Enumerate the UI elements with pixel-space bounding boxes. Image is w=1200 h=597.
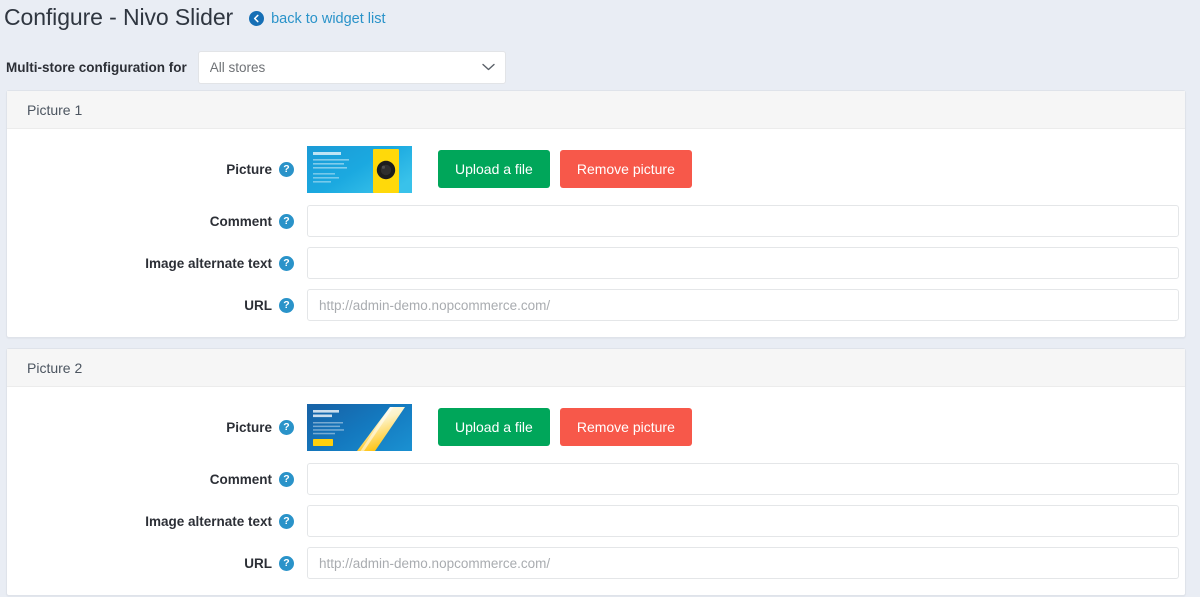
picture-row-2: Picture ? Upload a file Remove picture [7, 403, 1185, 451]
picture-control-2: Upload a file Remove picture [307, 403, 1185, 451]
panel-1-body: Picture ? Upload a file Remove picture C… [7, 129, 1185, 337]
page-title: Configure - Nivo Slider [4, 4, 234, 30]
help-icon[interactable]: ? [279, 471, 294, 487]
alt-text-control-2 [307, 505, 1185, 537]
comment-label-text-1: Comment [209, 213, 272, 229]
back-to-widget-list-link[interactable]: back to widget list [249, 10, 386, 27]
comment-label-1: Comment ? [7, 213, 307, 229]
url-label-2: URL ? [7, 555, 307, 571]
alt-text-input-2[interactable] [307, 505, 1179, 537]
help-icon[interactable]: ? [279, 213, 294, 229]
remove-picture-button-1[interactable]: Remove picture [559, 150, 692, 188]
panel-1-header: Picture 1 [7, 91, 1185, 129]
arrow-circle-left-icon [249, 11, 265, 26]
panel-1-title: Picture 1 [27, 101, 83, 118]
page-header: Configure - Nivo Slider back to widget l… [0, 0, 1200, 44]
picture-panel-1: Picture 1 Picture ? Upload a file Remove… [6, 90, 1186, 338]
multi-store-label: Multi-store configuration for [6, 59, 187, 75]
alt-text-label-text-2: Image alternate text [145, 513, 272, 529]
alt-text-row-1: Image alternate text ? [7, 247, 1185, 279]
alt-text-control-1 [307, 247, 1185, 279]
url-label-1: URL ? [7, 297, 307, 313]
url-label-text-1: URL [244, 297, 272, 313]
store-select-wrapper: All stores [197, 50, 506, 84]
comment-input-2[interactable] [307, 463, 1179, 495]
help-icon[interactable]: ? [279, 513, 294, 529]
back-link-label: back to widget list [271, 10, 386, 27]
url-row-1: URL ? [7, 289, 1185, 321]
alt-text-label-2: Image alternate text ? [7, 513, 307, 529]
comment-row-1: Comment ? [7, 205, 1185, 237]
url-input-2[interactable] [307, 547, 1179, 579]
comment-input-1[interactable] [307, 205, 1179, 237]
picture-label-text-2: Picture [226, 419, 272, 435]
alt-text-label-1: Image alternate text ? [7, 255, 307, 271]
alt-text-input-1[interactable] [307, 247, 1179, 279]
picture-row-1: Picture ? Upload a file Remove picture [7, 145, 1185, 193]
help-icon[interactable]: ? [279, 297, 294, 313]
picture-label-text-1: Picture [226, 161, 272, 177]
comment-control-1 [307, 205, 1185, 237]
url-control-1 [307, 289, 1185, 321]
help-icon[interactable]: ? [279, 255, 294, 271]
url-input-1[interactable] [307, 289, 1179, 321]
store-select[interactable]: All stores [197, 50, 506, 84]
url-control-2 [307, 547, 1185, 579]
upload-a-file-button-2[interactable]: Upload a file [438, 408, 550, 446]
nivo-slider-picture-2-thumbnail[interactable] [307, 403, 412, 451]
nivo-slider-picture-1-thumbnail[interactable] [307, 145, 412, 193]
alt-text-label-text-1: Image alternate text [145, 255, 272, 271]
remove-picture-button-2[interactable]: Remove picture [559, 408, 692, 446]
help-icon[interactable]: ? [279, 419, 294, 435]
picture-label-1: Picture ? [7, 161, 307, 177]
url-label-text-2: URL [244, 555, 272, 571]
picture-panel-2: Picture 2 Picture ? Upload a file Remove… [6, 348, 1186, 596]
comment-label-text-2: Comment [209, 471, 272, 487]
picture-control-1: Upload a file Remove picture [307, 145, 1185, 193]
comment-control-2 [307, 463, 1185, 495]
panel-2-header: Picture 2 [7, 349, 1185, 387]
comment-label-2: Comment ? [7, 471, 307, 487]
picture-label-2: Picture ? [7, 419, 307, 435]
upload-a-file-button-1[interactable]: Upload a file [438, 150, 550, 188]
url-row-2: URL ? [7, 547, 1185, 579]
help-icon[interactable]: ? [279, 161, 294, 177]
comment-row-2: Comment ? [7, 463, 1185, 495]
help-icon[interactable]: ? [279, 555, 294, 571]
panel-2-title: Picture 2 [27, 359, 83, 376]
panel-2-body: Picture ? Upload a file Remove picture C… [7, 387, 1185, 595]
alt-text-row-2: Image alternate text ? [7, 505, 1185, 537]
multi-store-configuration-row: Multi-store configuration for All stores [0, 44, 1200, 90]
